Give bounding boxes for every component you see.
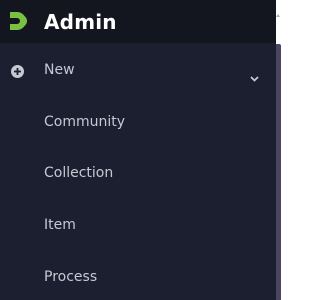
admin-sidebar: Admin New Community Collection Item Proc…: [0, 0, 276, 300]
chevron-down-icon[interactable]: [249, 68, 260, 82]
sidebar-item-label: New: [44, 62, 75, 78]
sidebar-item-new[interactable]: New: [0, 50, 276, 90]
scrollbar-top: [276, 0, 281, 44]
plus-circle-icon: [11, 63, 24, 78]
sidebar-item-collection[interactable]: Collection: [0, 153, 276, 193]
dspace-logo-icon: [9, 11, 31, 31]
sidebar-item-label: Process: [44, 269, 98, 285]
admin-sidebar-frame: Admin New Community Collection Item Proc…: [0, 0, 285, 300]
sidebar-header: Admin: [0, 0, 276, 43]
sidebar-item-label: Community: [44, 114, 126, 130]
sidebar-item-process[interactable]: Process: [0, 257, 276, 297]
sidebar-item-item[interactable]: Item: [0, 205, 276, 245]
sidebar-item-label: Collection: [44, 165, 114, 181]
app-title: Admin: [44, 10, 117, 34]
sidebar-item-label: Item: [44, 217, 76, 233]
sidebar-item-community[interactable]: Community: [0, 102, 276, 142]
scrollbar-thumb[interactable]: [276, 44, 281, 300]
scroll-up-arrow-icon[interactable]: [276, 14, 280, 17]
